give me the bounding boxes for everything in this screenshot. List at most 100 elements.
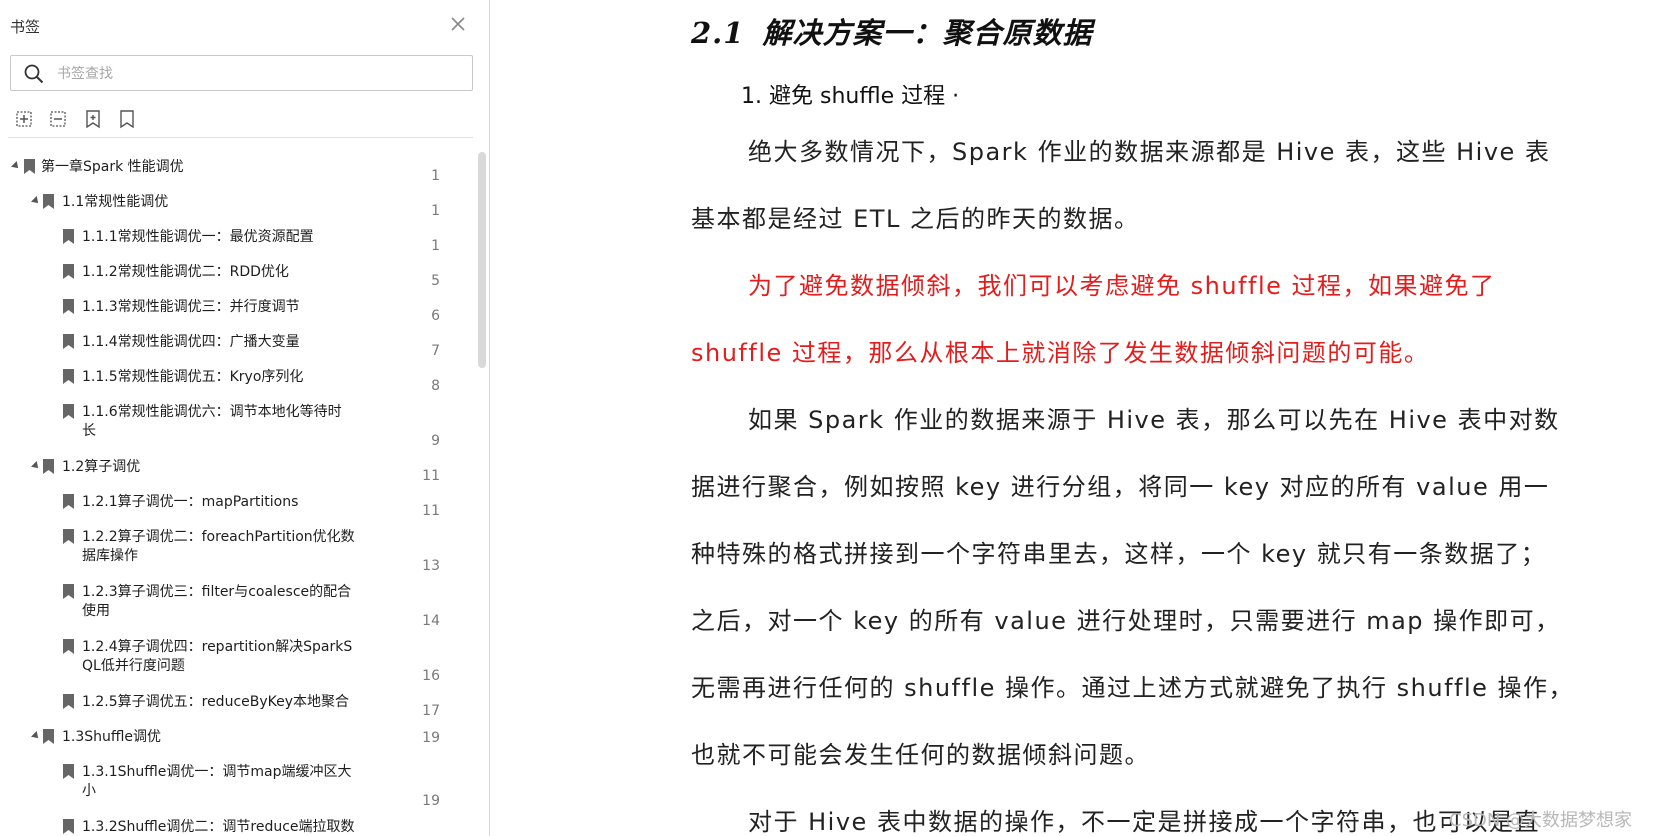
watermark: CSDN @大数据梦想家: [1449, 810, 1633, 831]
bookmark-page: 9: [431, 433, 440, 449]
bookmark-icon: [63, 299, 74, 314]
sidebar-title: 书签: [10, 18, 41, 36]
body-text-line: 绝大多数情况下，Spark 作业的数据来源都是 Hive 表，这些 Hive 表: [748, 138, 1551, 166]
bookmark-icon: [63, 529, 74, 544]
sidebar-divider: [8, 137, 473, 138]
section-heading: 2.1 解决方案一：聚合原数据: [691, 10, 1092, 52]
bookmark-label: 1.1.2常规性能调优二：RDD优化: [82, 264, 289, 280]
bookmark-page: 17: [422, 703, 440, 719]
bookmark-icon: [63, 694, 74, 709]
bookmark-icon: [63, 584, 74, 599]
bookmark-label: 1.3.1Shuffle调优一：调节map端缓冲区大 小: [82, 764, 352, 799]
bookmark-item[interactable]: 1.1.6常规性能调优六：调节本地化等待时 长 9: [0, 401, 470, 449]
bookmark-page: 19: [422, 730, 440, 746]
bookmark-toolbar: [14, 108, 138, 132]
bookmark-label: 1.3Shuffle调优: [62, 729, 162, 745]
bookmark-icon: [63, 229, 74, 244]
bookmark-item[interactable]: 1.3.2Shuffle调优二：调节reduce端拉取数: [0, 816, 470, 836]
sidebar-header: 书签: [0, 0, 489, 50]
body-text-line: 基本都是经过 ETL 之后的昨天的数据。: [691, 205, 1140, 233]
bookmark-tree: 第一章Spark 性能调优 1 1.1常规性能调优 1 1.1.1常规性能调优一…: [0, 148, 470, 836]
bookmark-item[interactable]: 1.3Shuffle调优 19: [0, 726, 470, 750]
bookmark-item[interactable]: 1.2.4算子调优四：repartition解决SparkS QL低并行度问题 …: [0, 636, 470, 684]
bookmark-page: 19: [422, 793, 440, 809]
bookmark-item[interactable]: 1.1.1常规性能调优一：最优资源配置 1: [0, 226, 470, 254]
search-icon: [24, 64, 44, 84]
bookmark-label: 1.1.1常规性能调优一：最优资源配置: [82, 229, 314, 245]
bookmark-label: 1.2.2算子调优二：foreachPartition优化数 据库操作: [82, 529, 355, 564]
bookmark-page: 16: [422, 668, 440, 684]
bookmark-icon: [63, 369, 74, 384]
bookmark-item[interactable]: 第一章Spark 性能调优 1: [0, 156, 470, 184]
bookmark-icon: [24, 159, 35, 174]
bookmark-label: 第一章Spark 性能调优: [41, 159, 184, 175]
bookmark-icon: [63, 334, 74, 349]
bookmark-label: 1.3.2Shuffle调优二：调节reduce端拉取数: [82, 819, 355, 835]
bookmark-icon[interactable]: [116, 108, 138, 130]
bookmark-item[interactable]: 1.2.3算子调优三：filter与coalesce的配合 使用 14: [0, 581, 470, 629]
bookmark-item[interactable]: 1.2算子调优 11: [0, 456, 470, 484]
body-text-line: 之后，对一个 key 的所有 value 进行处理时，只需要进行 map 操作即…: [691, 607, 1561, 635]
bookmark-label: 1.2.3算子调优三：filter与coalesce的配合 使用: [82, 584, 352, 619]
bookmark-page: 8: [431, 378, 440, 394]
bookmark-label: 1.1.6常规性能调优六：调节本地化等待时 长: [82, 404, 342, 439]
bookmark-item[interactable]: 1.1.2常规性能调优二：RDD优化 5: [0, 261, 470, 289]
bookmark-page: 13: [422, 558, 440, 574]
list-item: 1. 避免 shuffle 过程 ·: [741, 84, 960, 109]
bookmark-search[interactable]: [10, 55, 473, 91]
heading-number: 2.1: [691, 16, 745, 50]
bookmark-label: 1.1常规性能调优: [62, 194, 169, 210]
bookmark-item[interactable]: 1.2.5算子调优五：reduceByKey本地聚合 17: [0, 691, 470, 719]
body-text-line: 无需再进行任何的 shuffle 操作。通过上述方式就避免了执行 shuffle…: [691, 674, 1575, 702]
body-text-line: 也就不可能会发生任何的数据倾斜问题。: [691, 741, 1150, 769]
bookmark-page: 11: [422, 503, 440, 519]
collapse-triangle-icon[interactable]: [11, 161, 21, 171]
bookmark-item[interactable]: 1.1.5常规性能调优五：Kryo序列化 8: [0, 366, 470, 394]
bookmark-item[interactable]: 1.1常规性能调优 1: [0, 191, 470, 219]
bookmark-item[interactable]: 1.1.3常规性能调优三：并行度调节 6: [0, 296, 470, 324]
expand-all-icon[interactable]: [14, 108, 36, 130]
bookmark-page: 6: [431, 308, 440, 324]
add-bookmark-icon[interactable]: [82, 108, 104, 130]
bookmark-label: 1.2.5算子调优五：reduceByKey本地聚合: [82, 694, 350, 710]
body-text-line: 种特殊的格式拼接到一个字符串里去，这样，一个 key 就只有一条数据了；: [691, 540, 1547, 568]
heading-text: 解决方案一：聚合原数据: [762, 16, 1093, 50]
body-text-line: 对于 Hive 表中数据的操作，不一定是拼接成一个字符串，也可以是直: [748, 808, 1540, 836]
bookmark-page: 7: [431, 343, 440, 359]
bookmark-item[interactable]: 1.2.1算子调优一：mapPartitions 11: [0, 491, 470, 519]
bookmark-icon: [43, 194, 54, 209]
bookmark-page: 14: [422, 613, 440, 629]
document-page: 2.1 解决方案一：聚合原数据 1. 避免 shuffle 过程 · 绝大多数情况…: [491, 0, 1661, 836]
bookmark-label: 1.2.1算子调优一：mapPartitions: [82, 494, 299, 510]
bookmark-icon: [63, 639, 74, 654]
bookmark-sidebar: 书签 第一章Spar: [0, 0, 490, 836]
bookmark-icon: [63, 404, 74, 419]
collapse-triangle-icon[interactable]: [31, 731, 41, 741]
sidebar-scrollbar[interactable]: [478, 152, 486, 368]
bookmark-item[interactable]: 1.3.1Shuffle调优一：调节map端缓冲区大 小 19: [0, 761, 470, 809]
bookmark-item[interactable]: 1.1.4常规性能调优四：广播大变量 7: [0, 331, 470, 359]
bookmark-icon: [43, 729, 54, 744]
bookmark-icon: [63, 819, 74, 834]
bookmark-label: 1.1.4常规性能调优四：广播大变量: [82, 334, 300, 350]
bookmark-page: 1: [431, 168, 440, 184]
highlighted-text-line: 为了避免数据倾斜，我们可以考虑避免 shuffle 过程，如果避免了: [748, 272, 1496, 300]
bookmark-page: 1: [431, 203, 440, 219]
bookmark-item[interactable]: 1.2.2算子调优二：foreachPartition优化数 据库操作 13: [0, 526, 470, 574]
bookmark-label: 1.1.3常规性能调优三：并行度调节: [82, 299, 300, 315]
bookmark-label: 1.1.5常规性能调优五：Kryo序列化: [82, 369, 304, 385]
highlighted-text-line: shuffle 过程，那么从根本上就消除了发生数据倾斜问题的可能。: [691, 339, 1430, 367]
bookmark-icon: [63, 494, 74, 509]
bookmark-label: 1.2算子调优: [62, 459, 141, 475]
body-text-line: 如果 Spark 作业的数据来源于 Hive 表，那么可以先在 Hive 表中对…: [748, 406, 1560, 434]
body-text-line: 据进行聚合，例如按照 key 进行分组，将同一 key 对应的所有 value …: [691, 473, 1550, 501]
collapse-all-icon[interactable]: [48, 108, 70, 130]
bookmark-page: 11: [422, 468, 440, 484]
bookmark-page: 1: [431, 238, 440, 254]
bookmark-label: 1.2.4算子调优四：repartition解决SparkS QL低并行度问题: [82, 639, 353, 674]
collapse-triangle-icon[interactable]: [31, 196, 41, 206]
close-icon[interactable]: [446, 12, 470, 36]
bookmark-page: 5: [431, 273, 440, 289]
collapse-triangle-icon[interactable]: [31, 461, 41, 471]
bookmark-search-input[interactable]: [55, 58, 459, 90]
